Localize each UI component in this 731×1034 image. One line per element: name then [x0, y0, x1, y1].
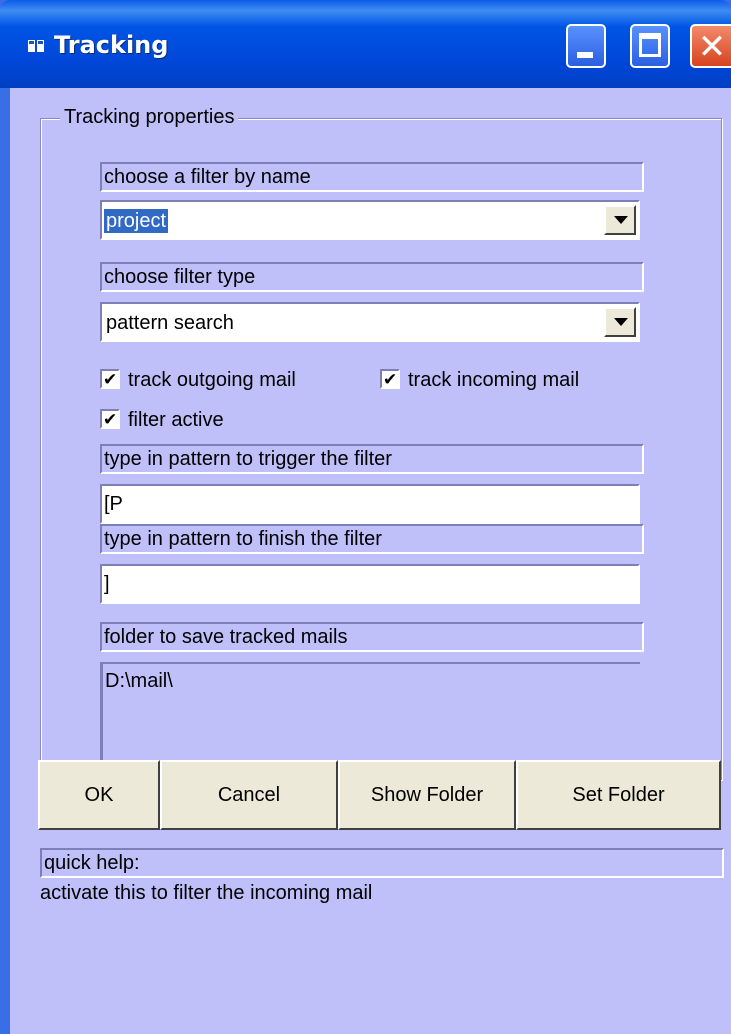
show-folder-button[interactable]: Show Folder: [338, 760, 516, 830]
active-checkbox-label: filter active: [128, 409, 224, 431]
checkmark-icon: ✔: [103, 410, 118, 430]
active-checkbox-box[interactable]: ✔: [100, 409, 120, 430]
cancel-button[interactable]: Cancel: [160, 760, 338, 830]
quick-help-text: activate this to filter the incoming mai…: [40, 882, 373, 904]
folder-path-field[interactable]: D:\mail\: [100, 662, 640, 762]
tracking-window: Tracking ✕ Tracking properties choose a …: [0, 0, 731, 1034]
filter-name-dropdown-button[interactable]: [604, 205, 636, 235]
set-folder-button[interactable]: Set Folder: [516, 760, 721, 830]
filter-name-combo[interactable]: project: [100, 200, 640, 240]
incoming-checkbox-label: track incoming mail: [408, 369, 580, 391]
group-label: Tracking properties: [60, 106, 239, 129]
filter-name-value: project: [104, 209, 169, 233]
checkmark-icon: ✔: [383, 370, 398, 390]
window-title: Tracking: [54, 31, 169, 59]
dialog-client-area: Tracking properties choose a filter by n…: [10, 88, 731, 1034]
outgoing-checkbox-label: track outgoing mail: [128, 369, 296, 391]
close-icon: ✕: [697, 27, 727, 67]
maximize-icon: [639, 33, 661, 57]
filter-type-combo[interactable]: pattern search: [100, 302, 640, 342]
filter-type-value: pattern search: [106, 312, 234, 334]
title-bar[interactable]: Tracking ✕: [0, 0, 731, 88]
minimize-button[interactable]: [566, 24, 606, 68]
minimize-icon: [577, 52, 593, 58]
maximize-button[interactable]: [630, 24, 670, 68]
ok-button[interactable]: OK: [38, 760, 160, 830]
filter-type-dropdown-button[interactable]: [604, 307, 636, 337]
checkmark-icon: ✔: [103, 370, 118, 390]
outgoing-checkbox-box[interactable]: ✔: [100, 369, 120, 390]
chevron-down-icon: [614, 216, 628, 224]
filter-type-label: choose filter type: [100, 262, 644, 292]
filter-name-label: choose a filter by name: [100, 162, 644, 192]
incoming-checkbox-box[interactable]: ✔: [380, 369, 400, 390]
trigger-pattern-label: type in pattern to trigger the filter: [100, 444, 644, 474]
folder-label: folder to save tracked mails: [100, 622, 644, 652]
chevron-down-icon: [614, 318, 628, 326]
app-icon[interactable]: [26, 36, 46, 56]
trigger-pattern-input[interactable]: [100, 484, 640, 524]
finish-pattern-input[interactable]: [100, 564, 640, 604]
quick-help-label: quick help:: [40, 848, 724, 878]
close-button[interactable]: ✕: [690, 24, 731, 68]
button-bar: OK Cancel Show Folder Set Folder: [38, 760, 721, 830]
finish-pattern-label: type in pattern to finish the filter: [100, 524, 644, 554]
